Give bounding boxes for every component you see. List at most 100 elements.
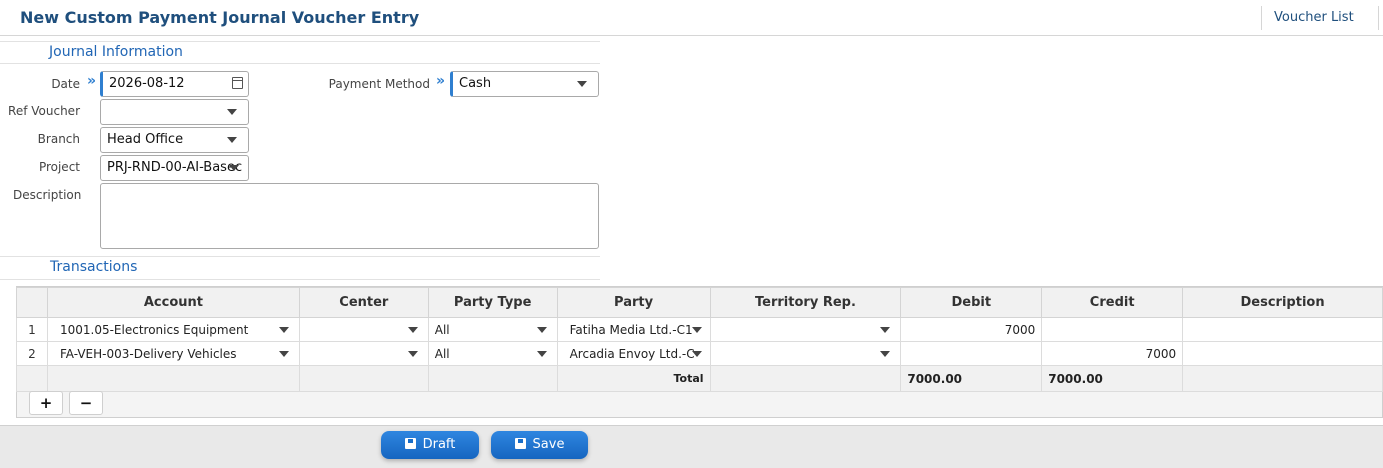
ref-voucher-label: Ref Voucher [8,104,80,118]
double-chevron-right-icon: » [436,73,446,89]
column-header-credit[interactable]: Credit [1041,287,1184,318]
description-label: Description [13,188,82,202]
total-row: Total 7000.00 7000.00 [16,365,1383,392]
column-header-debit[interactable]: Debit [900,287,1043,318]
chevron-down-icon [577,81,587,87]
chevron-down-icon[interactable] [880,327,891,333]
description-cell[interactable] [1182,317,1383,342]
description-cell[interactable] [1182,341,1383,366]
total-label: Total [556,365,711,392]
column-header-party[interactable]: Party [556,287,711,318]
date-label: Date [51,77,80,91]
chevron-down-icon[interactable] [278,351,289,357]
chevron-down-icon[interactable] [407,351,418,357]
remove-row-button[interactable]: − [69,391,103,415]
debit-cell[interactable] [900,341,1043,366]
chevron-down-icon[interactable] [691,351,702,357]
chevron-down-icon[interactable] [691,327,702,333]
territory-rep-cell[interactable] [709,317,902,342]
chevron-down-icon[interactable] [407,327,418,333]
section-divider [0,41,600,42]
project-label: Project [38,160,80,174]
transactions-table: Account Center Party Type Party Territor… [16,287,1383,392]
branch-value: Head Office [107,132,184,147]
section-divider [0,256,600,257]
account-cell[interactable]: 1001.05-Electronics Equipment [46,317,300,342]
chevron-down-icon [229,165,239,171]
account-value: FA-VEH-003-Delivery Vehicles [59,346,237,361]
table-row: 2 FA-VEH-003-Delivery Vehicles All Arcad… [16,341,1383,366]
total-empty-cell [16,365,48,392]
date-value: 2026-08-12 [109,76,185,91]
chevron-down-icon[interactable] [536,327,547,333]
credit-cell[interactable]: 7000 [1041,341,1184,366]
save-button[interactable]: Save [491,431,588,459]
table-row: 1 1001.05-Electronics Equipment All Fati… [16,317,1383,342]
project-select[interactable]: PRJ-RND-00-AI-Basec [100,155,249,181]
total-empty-cell [427,365,558,392]
debit-cell[interactable]: 7000 [900,317,1043,342]
column-header-territory-rep[interactable]: Territory Rep. [709,287,902,318]
total-empty-cell [709,365,902,392]
calendar-icon[interactable] [232,77,243,89]
column-header-party-type[interactable]: Party Type [427,287,558,318]
project-value: PRJ-RND-00-AI-Basec [107,160,243,175]
total-empty-cell [298,365,429,392]
center-cell[interactable] [298,341,429,366]
party-cell[interactable]: Fatiha Media Ltd.-C1 [556,317,711,342]
center-cell[interactable] [298,317,429,342]
draft-button-label: Draft [422,437,456,452]
column-header-account[interactable]: Account [46,287,300,318]
ref-voucher-select[interactable] [100,99,249,125]
column-header-description[interactable]: Description [1182,287,1383,318]
column-header-center[interactable]: Center [298,287,429,318]
party-type-cell[interactable]: All [427,341,558,366]
payment-method-select[interactable]: Cash [450,71,599,97]
branch-label: Branch [37,132,80,146]
party-type-value: All [434,322,450,337]
section-divider [0,279,600,280]
chevron-down-icon[interactable] [880,351,891,357]
floppy-disk-icon [514,438,526,449]
chevron-down-icon[interactable] [278,327,289,333]
row-number: 1 [16,317,48,342]
party-cell[interactable]: Arcadia Envoy Ltd.-C [556,341,711,366]
branch-select[interactable]: Head Office [100,127,249,153]
draft-button[interactable]: Draft [381,431,479,459]
journal-info-heading: Journal Information [49,44,183,60]
header-divider [1261,6,1262,30]
chevron-down-icon[interactable] [536,351,547,357]
description-textarea[interactable] [100,183,599,249]
territory-rep-cell[interactable] [709,341,902,366]
payment-method-label: Payment Method [328,77,430,91]
footer-bar [0,425,1383,468]
add-row-button[interactable]: + [29,391,63,415]
party-value: Fatiha Media Ltd.-C1 [569,322,693,337]
credit-cell[interactable] [1041,317,1184,342]
total-credit: 7000.00 [1041,365,1184,392]
party-value: Arcadia Envoy Ltd.-C [569,346,695,361]
account-value: 1001.05-Electronics Equipment [59,322,249,337]
party-type-value: All [434,346,450,361]
row-number-header [16,287,48,318]
chevron-down-icon [227,109,237,115]
date-field[interactable]: 2026-08-12 [100,71,249,97]
double-chevron-right-icon: » [87,73,97,89]
page-header: New Custom Payment Journal Voucher Entry… [0,0,1383,36]
save-button-label: Save [532,437,565,452]
party-type-cell[interactable]: All [427,317,558,342]
account-cell[interactable]: FA-VEH-003-Delivery Vehicles [46,341,300,366]
total-debit: 7000.00 [900,365,1043,392]
page-title: New Custom Payment Journal Voucher Entry [20,8,420,27]
transactions-heading: Transactions [50,259,138,275]
total-empty-cell [46,365,300,392]
floppy-disk-icon [404,438,416,449]
row-number: 2 [16,341,48,366]
header-divider [1378,6,1379,30]
total-empty-cell [1182,365,1383,392]
payment-method-value: Cash [459,76,492,91]
table-header-row: Account Center Party Type Party Territor… [16,287,1383,318]
chevron-down-icon [227,137,237,143]
voucher-list-link[interactable]: Voucher List [1274,10,1354,25]
section-divider [0,63,600,64]
